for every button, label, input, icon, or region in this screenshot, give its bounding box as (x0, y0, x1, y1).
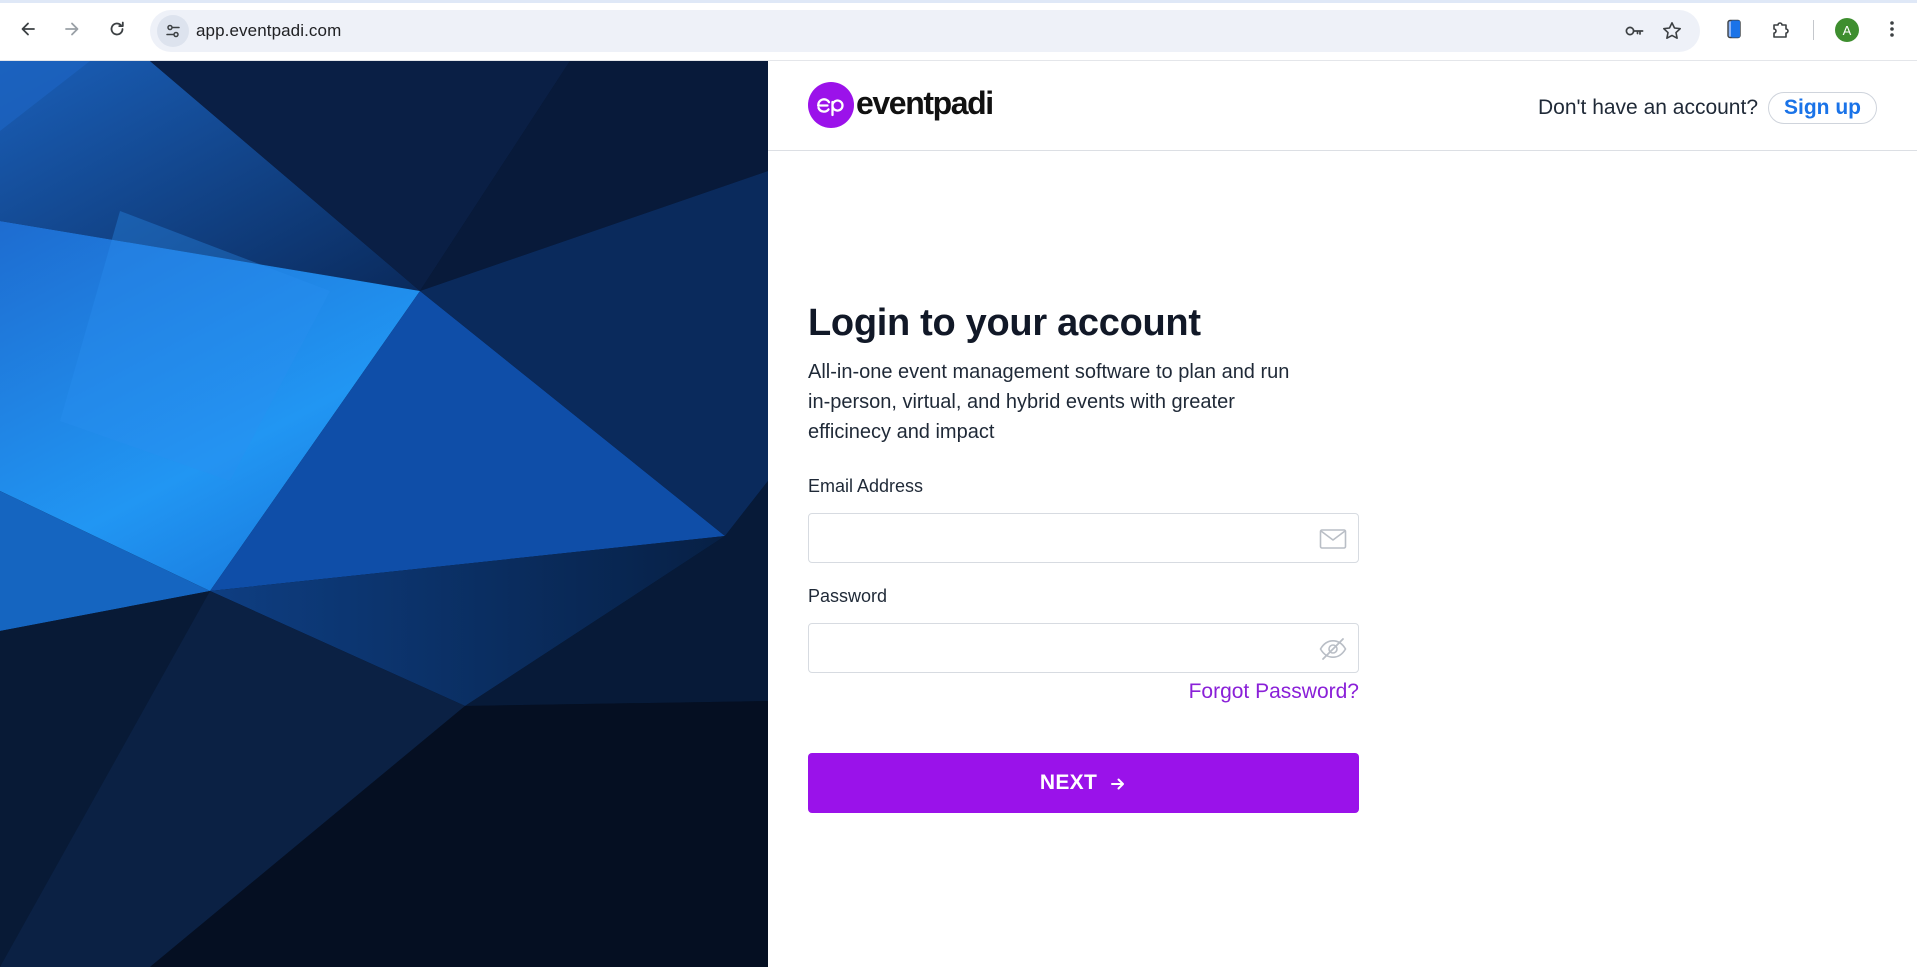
signup-prompt-text: Don't have an account? (1538, 96, 1758, 119)
logo-mark-icon (808, 82, 854, 128)
page-description: All-in-one event management software to … (808, 361, 1290, 443)
hero-artwork (0, 61, 768, 967)
browser-toolbar: app.eventpadi.com A (0, 0, 1917, 61)
forward-button[interactable] (56, 13, 88, 45)
kebab-menu-icon (1890, 21, 1894, 37)
abstract-geometric-background (0, 61, 768, 967)
next-button[interactable]: NEXT (808, 753, 1359, 813)
browser-menu-button[interactable] (1877, 14, 1907, 44)
ep-monogram-icon (817, 98, 844, 117)
sign-up-button[interactable]: Sign up (1768, 92, 1877, 124)
site-info-button[interactable] (157, 15, 189, 47)
next-button-label: NEXT (1039, 771, 1098, 794)
page-title: Login to your account (808, 302, 1201, 344)
arrow-right-icon (1111, 778, 1125, 790)
extensions-menu-button[interactable] (1766, 14, 1796, 44)
key-icon (1625, 26, 1644, 36)
eventpadi-logo[interactable]: eventpadi (808, 82, 994, 128)
password-manager-button[interactable] (1622, 19, 1646, 43)
back-button[interactable] (12, 13, 44, 45)
arrow-left-icon (21, 22, 35, 36)
login-panel: eventpadi Don't have an account? Sign up… (768, 61, 1917, 967)
reload-button[interactable] (101, 13, 133, 45)
star-icon (1663, 22, 1681, 39)
eye-off-icon[interactable] (1318, 636, 1348, 662)
profile-avatar[interactable]: A (1835, 18, 1859, 42)
signup-prompt-group: Don't have an account? Sign up (1538, 92, 1877, 124)
email-field[interactable] (808, 513, 1359, 563)
reload-icon (110, 21, 124, 36)
email-label: Email Address (808, 476, 924, 496)
login-form: Login to your account All-in-one event m… (808, 301, 1359, 813)
tune-icon (166, 24, 180, 38)
extension-button[interactable] (1719, 14, 1749, 44)
forgot-password-link[interactable]: Forgot Password? (808, 679, 1359, 705)
url-text[interactable]: app.eventpadi.com (196, 21, 341, 41)
tab-strip-edge (0, 0, 1917, 3)
password-label: Password (808, 586, 888, 606)
phone-icon (1727, 19, 1741, 39)
bookmark-button[interactable] (1660, 19, 1684, 43)
toolbar-divider (1813, 20, 1814, 40)
panel-header: eventpadi Don't have an account? Sign up (768, 61, 1917, 151)
arrow-right-icon (65, 22, 79, 36)
mail-icon (1318, 526, 1348, 552)
logo-wordmark: eventpadi (856, 84, 994, 121)
address-bar[interactable]: app.eventpadi.com (150, 10, 1700, 52)
puzzle-icon (1773, 22, 1789, 38)
password-field[interactable] (808, 623, 1359, 673)
